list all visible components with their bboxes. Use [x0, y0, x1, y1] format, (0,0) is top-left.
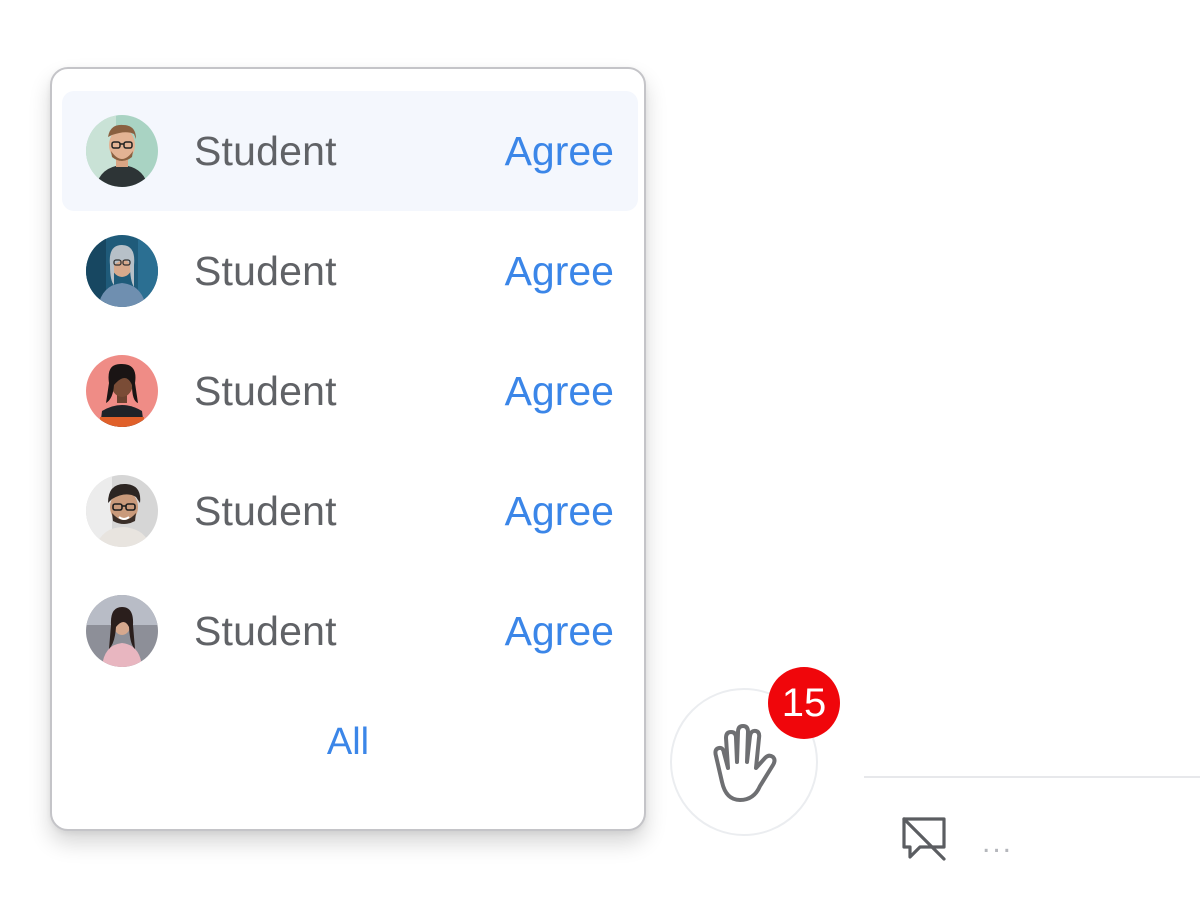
- student-name: Student: [194, 128, 337, 174]
- avatar: [86, 595, 158, 667]
- stage: Student Agree Student Agree Student Agre…: [0, 0, 1200, 900]
- student-name: Student: [194, 608, 337, 654]
- agree-button[interactable]: Agree: [505, 331, 614, 451]
- raise-hand-list: Student Agree Student Agree Student Agre…: [62, 91, 638, 691]
- student-name: Student: [194, 248, 337, 294]
- student-name: Student: [194, 488, 337, 534]
- list-item[interactable]: Student Agree: [62, 451, 638, 571]
- hand-icon: [713, 724, 777, 802]
- avatar: [86, 355, 158, 427]
- agree-button[interactable]: Agree: [505, 571, 614, 691]
- avatar: [86, 115, 158, 187]
- agree-button[interactable]: Agree: [505, 451, 614, 571]
- more-button[interactable]: ...: [982, 826, 1013, 860]
- raise-hand-popover: Student Agree Student Agree Student Agre…: [50, 67, 646, 831]
- student-name: Student: [194, 368, 337, 414]
- avatar: [86, 475, 158, 547]
- list-item[interactable]: Student Agree: [62, 331, 638, 451]
- view-all-link[interactable]: All: [52, 721, 644, 764]
- list-item[interactable]: Student Agree: [62, 91, 638, 211]
- raise-hand-count-badge: 15: [768, 667, 840, 739]
- list-item[interactable]: Student Agree: [62, 211, 638, 331]
- list-item[interactable]: Student Agree: [62, 571, 638, 691]
- agree-button[interactable]: Agree: [505, 91, 614, 211]
- comment-toggle-button[interactable]: [898, 815, 950, 863]
- agree-button[interactable]: Agree: [505, 211, 614, 331]
- toolbar-divider: [864, 776, 1200, 778]
- comment-off-icon: [902, 817, 946, 861]
- avatar: [86, 235, 158, 307]
